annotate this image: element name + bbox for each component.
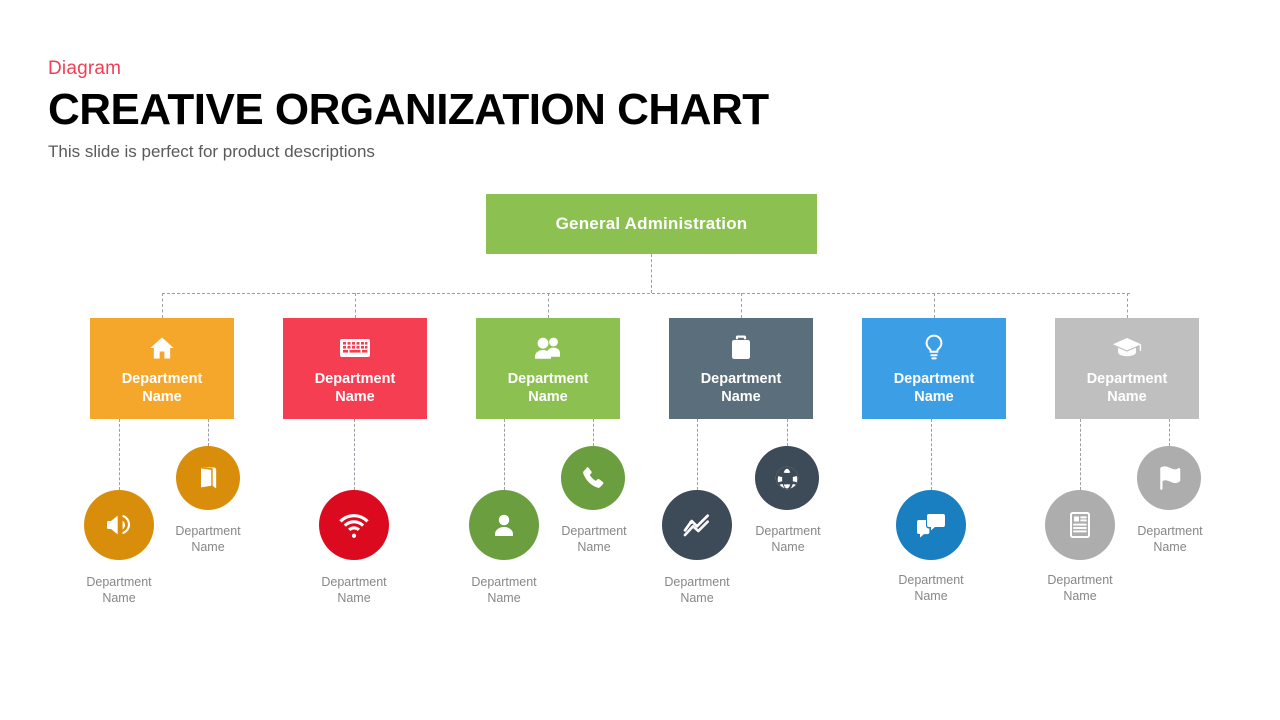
sub-node-line-chart[interactable] <box>662 490 732 560</box>
department-box-6[interactable]: Department Name <box>1055 318 1199 419</box>
sub-node-globe[interactable] <box>755 446 819 510</box>
kicker-label: Diagram <box>48 58 122 79</box>
department-box-1[interactable]: Department Name <box>90 318 234 419</box>
sub-node-flag-label: Department Name <box>1137 524 1203 555</box>
connector-col-4-circle-b <box>787 419 788 446</box>
connector-drop-col-4 <box>741 293 742 318</box>
sub-node-newspaper-label: Department Name <box>1047 573 1113 604</box>
briefcase-icon <box>724 332 758 364</box>
connector-horizontal-bus <box>162 293 1130 294</box>
department-box-5[interactable]: Department Name <box>862 318 1006 419</box>
department-box-3-label: Department Name <box>507 371 589 406</box>
department-box-4-label: Department Name <box>700 371 782 406</box>
sub-node-phone-label: Department Name <box>561 524 627 555</box>
department-box-2[interactable]: Department Name <box>283 318 427 419</box>
connector-col-1-circle-b <box>208 419 209 446</box>
sub-node-chat[interactable] <box>896 490 966 560</box>
connector-col-3-circle-a <box>504 419 505 490</box>
sub-node-wifi-label: Department Name <box>321 575 387 606</box>
sub-node-flag[interactable] <box>1137 446 1201 510</box>
connector-col-6-circle-a <box>1080 419 1081 490</box>
connector-drop-col-1 <box>162 293 163 318</box>
department-box-1-label: Department Name <box>121 371 203 406</box>
department-box-3[interactable]: Department Name <box>476 318 620 419</box>
sub-node-book[interactable] <box>176 446 240 510</box>
connector-col-3-circle-b <box>593 419 594 446</box>
connector-col-5-circle-a <box>931 419 932 490</box>
sub-node-phone[interactable] <box>561 446 625 510</box>
department-box-4[interactable]: Department Name <box>669 318 813 419</box>
sub-node-megaphone-label: Department Name <box>86 575 152 606</box>
graduation-cap-icon <box>1110 332 1144 364</box>
slide-canvas: Diagram CREATIVE ORGANIZATION CHART This… <box>0 0 1280 720</box>
lightbulb-icon <box>917 332 951 364</box>
sub-node-user[interactable] <box>469 490 539 560</box>
root-node-general-administration[interactable]: General Administration <box>486 194 817 254</box>
department-box-2-label: Department Name <box>314 371 396 406</box>
page-title: CREATIVE ORGANIZATION CHART <box>48 85 769 134</box>
connector-col-4-circle-a <box>697 419 698 490</box>
department-box-6-label: Department Name <box>1086 371 1168 406</box>
connector-col-2-circle-a <box>354 419 355 490</box>
page-subtitle: This slide is perfect for product descri… <box>48 142 375 161</box>
sub-node-user-label: Department Name <box>471 575 537 606</box>
connector-drop-col-2 <box>355 293 356 318</box>
sub-node-globe-label: Department Name <box>755 524 821 555</box>
connector-root-trunk <box>651 254 652 293</box>
keyboard-icon <box>338 332 372 364</box>
home-icon <box>145 332 179 364</box>
connector-col-6-circle-b <box>1169 419 1170 446</box>
sub-node-megaphone[interactable] <box>84 490 154 560</box>
connector-drop-col-3 <box>548 293 549 318</box>
department-box-5-label: Department Name <box>893 371 975 406</box>
sub-node-line-chart-label: Department Name <box>664 575 730 606</box>
connector-drop-col-5 <box>934 293 935 318</box>
root-node-label: General Administration <box>555 214 748 233</box>
sub-node-chat-label: Department Name <box>898 573 964 604</box>
sub-node-wifi[interactable] <box>319 490 389 560</box>
connector-col-1-circle-a <box>119 419 120 490</box>
sub-node-newspaper[interactable] <box>1045 490 1115 560</box>
users-icon <box>531 332 565 364</box>
connector-drop-col-6 <box>1127 293 1128 318</box>
sub-node-book-label: Department Name <box>175 524 241 555</box>
